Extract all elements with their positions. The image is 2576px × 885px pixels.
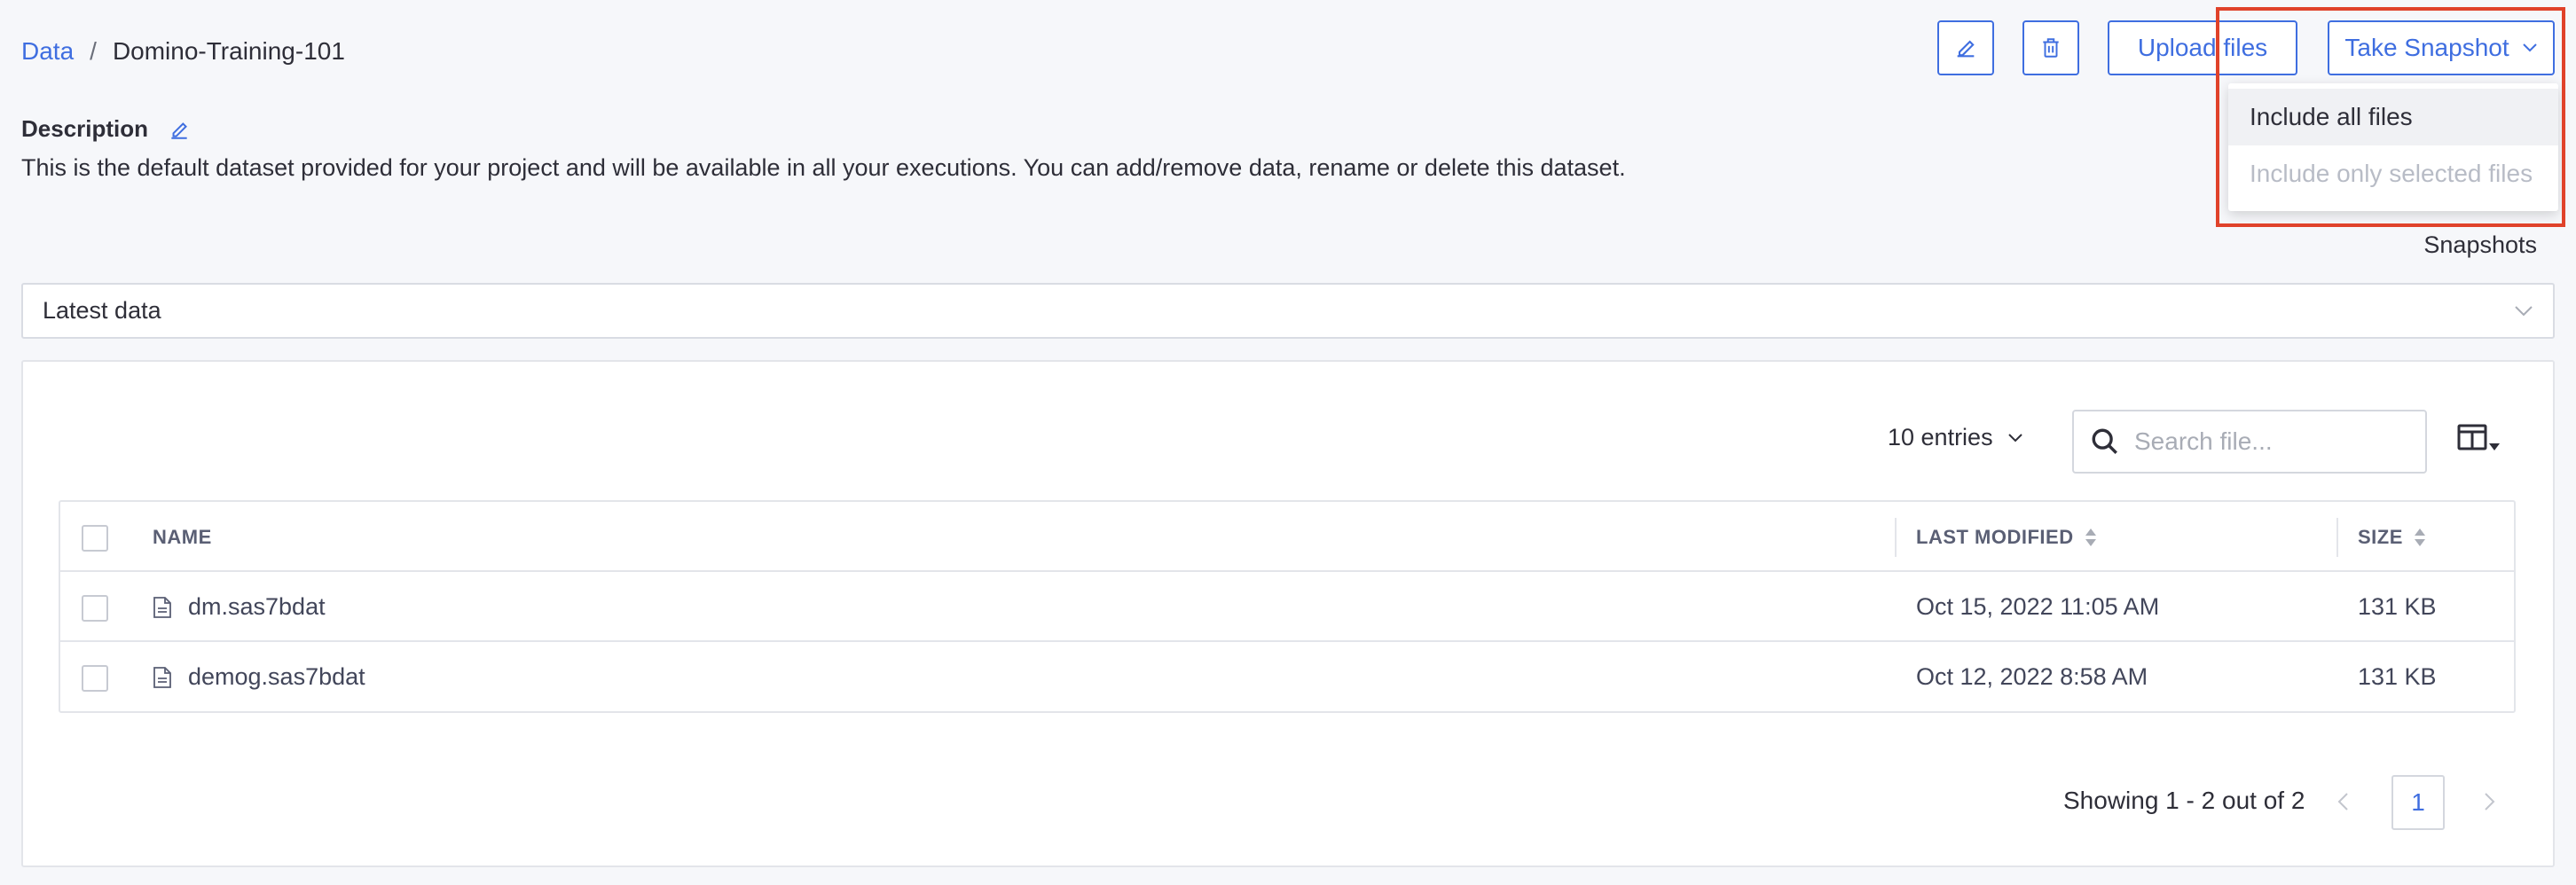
breadcrumb-current: Domino-Training-101 [112, 37, 345, 65]
column-header-name[interactable]: NAME [153, 502, 212, 572]
files-table: NAME LAST MODIFIED SIZE dm.sas7bdat Oct … [59, 500, 2516, 713]
sort-icon [2414, 528, 2425, 546]
column-divider [2336, 518, 2338, 557]
breadcrumb-data-link[interactable]: Data [21, 37, 74, 66]
table-row: dm.sas7bdat Oct 15, 2022 11:05 AM 131 KB [60, 572, 2514, 642]
search-icon [2092, 428, 2117, 454]
file-name: dm.sas7bdat [188, 593, 326, 620]
chevron-down-icon [2515, 305, 2533, 316]
data-version-select[interactable]: Latest data [21, 283, 2555, 339]
file-icon [153, 596, 171, 618]
description-label: Description [21, 115, 149, 142]
file-modified: Oct 12, 2022 8:58 AM [1916, 663, 2148, 690]
page-button-current[interactable]: 1 [2391, 775, 2445, 830]
pencil-icon [1957, 40, 1975, 58]
chevron-left-icon [2337, 793, 2348, 811]
pagination-summary: Showing 1 - 2 out of 2 [2063, 787, 2305, 814]
highlight-box [2216, 7, 2565, 227]
file-name-cell[interactable]: demog.sas7bdat [153, 642, 365, 712]
file-size: 131 KB [2358, 593, 2437, 620]
table-row: demog.sas7bdat Oct 12, 2022 8:58 AM 131 … [60, 642, 2514, 712]
select-all-checkbox[interactable] [82, 525, 108, 552]
column-toggle-button[interactable] [2457, 424, 2500, 450]
trash-icon [2043, 38, 2059, 58]
table-header-row: NAME LAST MODIFIED SIZE [60, 502, 2514, 572]
edit-dataset-button[interactable] [1937, 20, 1994, 75]
data-version-value: Latest data [43, 297, 161, 324]
snapshots-label: Snapshots [2423, 231, 2537, 258]
columns-icon [2457, 424, 2487, 450]
description-text: This is the default dataset provided for… [21, 154, 1626, 181]
next-page-button[interactable] [2484, 792, 2496, 816]
column-header-size-label: SIZE [2358, 525, 2403, 548]
file-icon [153, 666, 171, 688]
entries-select[interactable]: 10 entries [1888, 424, 2023, 451]
chevron-right-icon [2485, 793, 2495, 811]
column-header-last-modified-label: LAST MODIFIED [1916, 525, 2074, 548]
row-checkbox[interactable] [82, 665, 108, 692]
chevron-down-icon [2007, 433, 2022, 442]
column-divider [1895, 518, 1897, 557]
file-name: demog.sas7bdat [188, 663, 365, 690]
entries-label: 10 entries [1888, 424, 1993, 450]
search-input[interactable] [2134, 427, 2400, 456]
file-size: 131 KB [2358, 663, 2437, 690]
pencil-icon[interactable] [168, 118, 191, 141]
column-header-size[interactable]: SIZE [2358, 502, 2426, 572]
sort-icon [2085, 528, 2096, 546]
caret-down-icon [2489, 443, 2500, 450]
breadcrumb: Data / Domino-Training-101 [21, 34, 345, 69]
column-header-last-modified[interactable]: LAST MODIFIED [1916, 502, 2097, 572]
file-modified: Oct 15, 2022 11:05 AM [1916, 593, 2160, 620]
delete-dataset-button[interactable] [2022, 20, 2079, 75]
column-header-name-label: NAME [153, 525, 212, 548]
description-header: Description [21, 115, 191, 143]
row-checkbox[interactable] [82, 595, 108, 622]
file-search [2072, 410, 2427, 474]
breadcrumb-separator: / [90, 37, 97, 65]
prev-page-button[interactable] [2336, 792, 2349, 816]
file-name-cell[interactable]: dm.sas7bdat [153, 572, 326, 642]
